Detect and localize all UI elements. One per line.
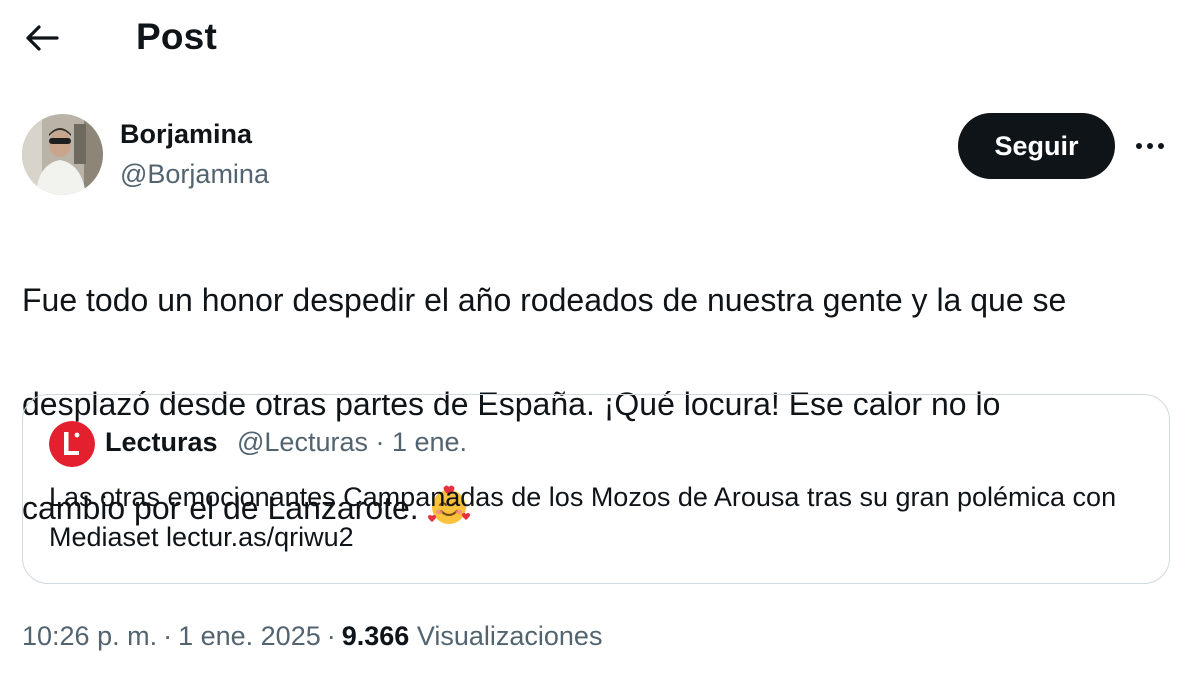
- post-meta: 10:26 p. m. · 1 ene. 2025 · 9.366 Visualizac…: [22, 621, 603, 651]
- quoted-author-name: Lecturas: [105, 427, 218, 457]
- quoted-post-date: 1 ene.: [391, 427, 468, 457]
- page-title: Post: [136, 16, 217, 57]
- quoted-post-card[interactable]: Lecturas @Lecturas · 1 ene. Las otras em…: [22, 394, 1170, 584]
- user-avatar-icon: [22, 114, 103, 195]
- post-time[interactable]: 10:26 p. m.: [22, 621, 157, 651]
- quoted-author-meta: @Lecturas · 1 ene.: [237, 427, 468, 457]
- ellipsis-icon: [1134, 143, 1167, 149]
- author-row: Borjamina @Borjamina Seguir: [0, 108, 1200, 204]
- lecturas-logo: [49, 421, 95, 467]
- post-text-line: Fue todo un honor despedir el año rodead…: [22, 282, 1067, 318]
- lecturas-logo-icon: [49, 421, 95, 467]
- post-header: Post: [0, 0, 1200, 76]
- post-date[interactable]: 1 ene. 2025: [178, 621, 321, 651]
- follow-button[interactable]: Seguir: [958, 113, 1115, 179]
- more-options-button[interactable]: [1128, 126, 1172, 166]
- avatar[interactable]: [22, 114, 103, 195]
- quoted-author-handle: @Lecturas: [237, 427, 368, 457]
- arrow-left-icon: [26, 25, 59, 51]
- quoted-post-text: Las otras emocionantes Campanadas de los…: [49, 482, 1117, 552]
- back-button[interactable]: [16, 14, 68, 62]
- views-count: 9.366: [341, 621, 410, 651]
- views-label: Visualizaciones: [416, 621, 603, 651]
- author-handle[interactable]: @Borjamina: [120, 158, 269, 190]
- author-name[interactable]: Borjamina: [120, 118, 252, 150]
